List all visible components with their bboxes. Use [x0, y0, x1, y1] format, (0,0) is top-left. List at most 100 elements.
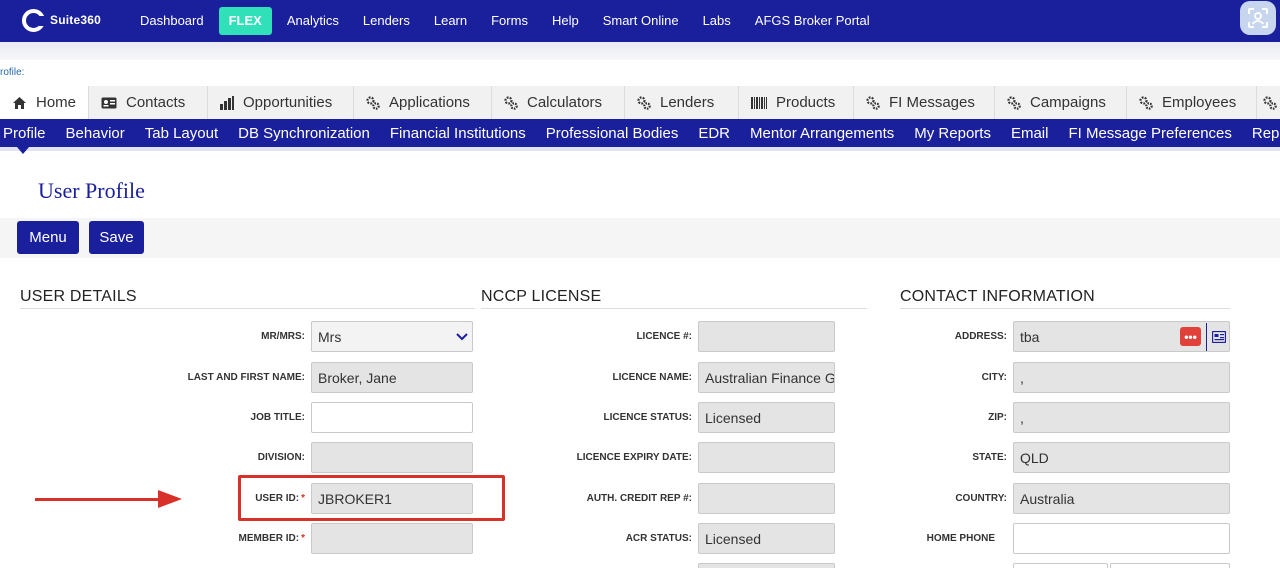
job-title-field[interactable]: [311, 402, 473, 433]
tab-lenders[interactable]: Lenders: [625, 86, 739, 119]
zip-label: ZIP:: [988, 412, 1007, 423]
subtab-financial-institutions[interactable]: Financial Institutions: [380, 125, 536, 142]
tab-opportunities[interactable]: Opportunities: [208, 86, 354, 119]
required-mark: *: [301, 533, 305, 544]
home-icon: [12, 96, 27, 110]
address-more-button[interactable]: •••: [1180, 327, 1201, 346]
chevron-down-icon: [456, 332, 468, 340]
state-label: STATE:: [972, 452, 1007, 463]
breadcrumb[interactable]: rofile:: [0, 67, 24, 78]
user-details-title: USER DETAILS: [20, 288, 137, 305]
menu-button[interactable]: Menu: [17, 221, 79, 254]
screen-capture-button[interactable]: [1240, 1, 1276, 35]
bar-chart-icon: [220, 95, 234, 110]
licence-name-field[interactable]: Australian Finance G: [698, 362, 835, 393]
nav-lenders[interactable]: Lenders: [351, 7, 422, 35]
address-lookup-button[interactable]: [1206, 323, 1230, 351]
tab-employees[interactable]: Employees: [1127, 86, 1257, 119]
cogs-icon: [366, 95, 380, 110]
cogs-icon: [1139, 95, 1153, 110]
save-button[interactable]: Save: [89, 221, 144, 254]
tab-contacts-label: Contacts: [126, 94, 186, 111]
subtab-tab-layout[interactable]: Tab Layout: [135, 125, 228, 142]
auth-credit-rep-field[interactable]: [698, 483, 835, 514]
nccp-license-divider: [481, 308, 867, 309]
cogs-icon: [1263, 95, 1277, 110]
subtab-professional-bodies[interactable]: Professional Bodies: [536, 125, 689, 142]
licence-number-field[interactable]: [698, 321, 835, 352]
licence-expiry-date-field[interactable]: [698, 442, 835, 473]
member-id-label-text: MEMBER ID:: [238, 533, 300, 544]
cogs-icon: [1007, 95, 1021, 110]
top-navigation-bar: Suite360 Dashboard FLEX Analytics Lender…: [0, 0, 1280, 42]
tab-products[interactable]: Products: [739, 86, 854, 119]
nav-labs[interactable]: Labs: [691, 7, 743, 35]
tab-fi-messages[interactable]: FI Messages: [854, 86, 995, 119]
acr-status-field[interactable]: Licensed: [698, 523, 835, 554]
division-field[interactable]: [311, 442, 473, 473]
last-first-name-label: LAST AND FIRST NAME:: [187, 372, 305, 383]
page-title: User Profile: [38, 178, 145, 203]
address-card-icon: [1211, 331, 1226, 343]
subtab-fi-message-preferences[interactable]: FI Message Preferences: [1058, 125, 1241, 142]
module-tabs: Home Contacts Opportunities Applications…: [0, 86, 1280, 119]
logo-text: Suite360: [50, 13, 101, 27]
tab-fi-messages-label: FI Messages: [889, 94, 975, 111]
sub-tabs-divider: [0, 147, 1280, 151]
next-contact-field[interactable]: [1013, 563, 1108, 568]
mr-mrs-label: MR/MRS:: [261, 331, 305, 342]
tab-campaigns[interactable]: Campaigns: [995, 86, 1127, 119]
home-phone-field[interactable]: [1013, 523, 1230, 554]
next-nccp-field[interactable]: [698, 563, 835, 568]
subtab-edr[interactable]: EDR: [688, 125, 740, 142]
sub-tabs: Profile Behavior Tab Layout DB Synchroni…: [0, 119, 1280, 147]
licence-status-field[interactable]: Licensed: [698, 402, 835, 433]
tab-contacts[interactable]: Contacts: [89, 86, 208, 119]
contact-information-title: CONTACT INFORMATION: [900, 288, 1095, 305]
barcode-icon: [751, 96, 767, 109]
subtab-profile[interactable]: Profile: [0, 125, 56, 142]
tab-products-label: Products: [776, 94, 836, 111]
top-nav-items: Dashboard FLEX Analytics Lenders Learn F…: [128, 4, 882, 38]
topnav-shadow: [0, 42, 1280, 60]
subtab-behavior[interactable]: Behavior: [56, 125, 135, 142]
subtab-email[interactable]: Email: [1001, 125, 1059, 142]
state-field[interactable]: QLD: [1013, 442, 1230, 473]
nav-learn[interactable]: Learn: [422, 7, 479, 35]
home-phone-label: HOME PHONE: [926, 533, 995, 544]
tab-applications[interactable]: Applications: [354, 86, 492, 119]
acr-status-label: ACR STATUS:: [625, 533, 692, 544]
subtab-report[interactable]: Report: [1242, 125, 1280, 142]
next-contact-field-2[interactable]: [1110, 563, 1230, 568]
suite360-logo[interactable]: Suite360: [22, 7, 101, 33]
mr-mrs-select[interactable]: Mrs: [311, 321, 473, 352]
tab-applications-label: Applications: [389, 94, 470, 111]
country-field[interactable]: Australia: [1013, 483, 1230, 514]
subtab-my-reports[interactable]: My Reports: [904, 125, 1001, 142]
nav-help[interactable]: Help: [540, 7, 591, 35]
tab-calculators[interactable]: Calculators: [492, 86, 625, 119]
nav-forms[interactable]: Forms: [479, 7, 540, 35]
nav-dashboard[interactable]: Dashboard: [128, 7, 216, 35]
member-id-field[interactable]: [311, 523, 473, 554]
nav-smart-online[interactable]: Smart Online: [591, 7, 691, 35]
annotation-arrow-line: [35, 498, 160, 501]
city-label: CITY:: [981, 372, 1007, 383]
nav-flex[interactable]: FLEX: [218, 7, 272, 35]
subtab-db-synchronization[interactable]: DB Synchronization: [228, 125, 380, 142]
tab-home[interactable]: Home: [0, 86, 89, 119]
division-label: DIVISION:: [257, 452, 305, 463]
active-subtab-caret-icon: [17, 147, 29, 154]
member-id-label: MEMBER ID: *: [239, 533, 305, 544]
last-first-name-field[interactable]: Broker, Jane: [311, 362, 473, 393]
auth-credit-rep-label: AUTH. CREDIT REP #:: [586, 493, 692, 504]
subtab-mentor-arrangements[interactable]: Mentor Arrangements: [740, 125, 904, 142]
tab-more[interactable]: [1257, 86, 1280, 119]
zip-field[interactable]: ,: [1013, 402, 1230, 433]
city-field[interactable]: ,: [1013, 362, 1230, 393]
nav-afgs-broker-portal[interactable]: AFGS Broker Portal: [743, 7, 882, 35]
tab-calculators-label: Calculators: [527, 94, 603, 111]
licence-name-label: LICENCE NAME:: [612, 372, 692, 383]
nav-analytics[interactable]: Analytics: [275, 7, 351, 35]
tab-campaigns-label: Campaigns: [1030, 94, 1106, 111]
